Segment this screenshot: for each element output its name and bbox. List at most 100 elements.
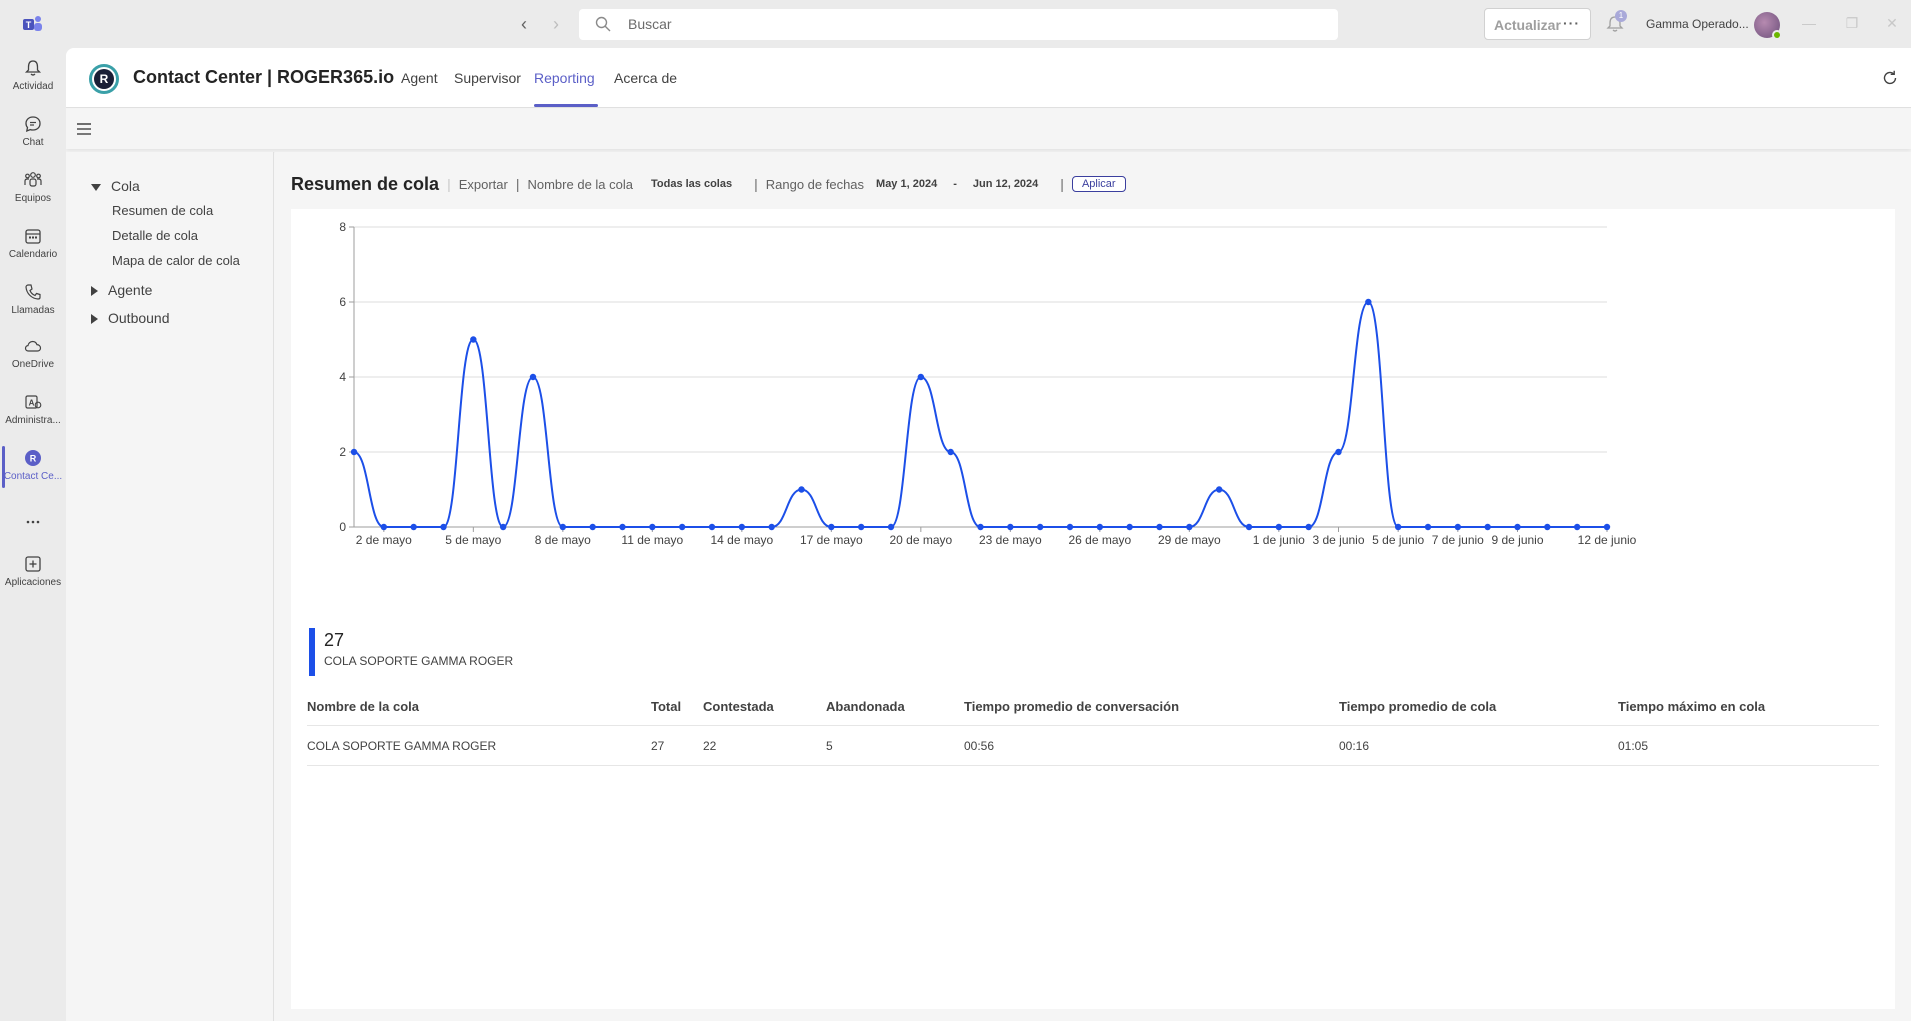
data-point [649,523,656,531]
more-apps-button[interactable] [0,504,66,534]
y-tick-label: 4 [339,370,346,384]
col-header-answered[interactable]: Contestada [703,699,774,714]
queue-name-select[interactable]: Todas las colas [651,178,732,190]
data-point [1186,523,1193,531]
tree-leaf-mapa-de-calor[interactable]: Mapa de calor de cola [112,253,240,268]
caret-right-icon [91,286,98,297]
tree-node-label: Outbound [108,310,170,326]
caret-right-icon [91,314,98,325]
col-header-total[interactable]: Total [651,699,681,714]
notifications-button[interactable]: 1 [1605,10,1627,34]
rail-item-calendario[interactable]: Calendario [0,218,66,272]
data-point [1096,523,1104,531]
export-link[interactable]: Exportar [459,177,508,192]
summary-queue-name: COLA SOPORTE GAMMA ROGER [324,654,514,668]
tab-reporting[interactable]: Reporting [534,70,595,86]
tree-node-agente[interactable]: Agente [91,282,152,298]
summary-total: 27 [324,630,345,650]
col-header-queue-name[interactable]: Nombre de la cola [307,699,419,714]
data-point [708,523,716,531]
col-header-abandoned[interactable]: Abandonada [826,699,905,714]
rail-label: Aplicaciones [4,577,62,588]
x-tick-label: 29 de mayo [1158,533,1221,547]
app-surface: R Contact Center | ROGER365.io Agent Sup… [66,48,1911,1021]
rail-item-equipos[interactable]: Equipos [0,162,66,216]
rail-item-aplicaciones[interactable]: Aplicaciones [0,546,66,600]
rail-label: Actividad [12,81,54,92]
rail-item-chat[interactable]: Chat [0,106,66,160]
data-point [1007,523,1014,531]
rail-item-administracion[interactable]: A Administra... [0,384,66,438]
apply-button[interactable]: Aplicar [1071,176,1126,192]
refresh-icon[interactable] [1880,68,1900,88]
queue-table: Nombre de la cola Total Contestada Aband… [307,688,1879,766]
update-button[interactable]: Actualizar ··· [1484,8,1591,40]
x-tick-label: 8 de mayo [535,533,591,547]
col-header-max-queue-time[interactable]: Tiempo máximo en cola [1618,699,1765,714]
restore-icon[interactable]: ❐ [1843,14,1861,32]
tree-node-outbound[interactable]: Outbound [91,310,170,326]
tree-leaf-detalle-de-cola[interactable]: Detalle de cola [112,228,198,243]
rail-label: Administra... [5,415,61,426]
data-point [1514,523,1521,531]
tab-acerca-de[interactable]: Acerca de [614,70,677,86]
avatar[interactable] [1754,12,1782,40]
hamburger-menu-icon[interactable] [76,122,92,136]
col-header-avg-queue-time[interactable]: Tiempo promedio de cola [1339,699,1496,714]
data-point [828,523,835,531]
table-header-row: Nombre de la cola Total Contestada Aband… [307,688,1879,726]
rail-item-actividad[interactable]: Actividad [0,50,66,104]
back-arrow-icon[interactable]: ‹ [512,12,536,36]
rail-item-contact-center[interactable]: R Contact Ce... [0,440,66,494]
phone-icon [25,284,41,300]
table-row[interactable]: COLA SOPORTE GAMMA ROGER 27 22 5 00:56 0… [307,726,1879,766]
rail-item-onedrive[interactable]: OneDrive [0,328,66,382]
tab-supervisor[interactable]: Supervisor [454,70,521,86]
date-from-input[interactable]: May 1, 2024 [876,178,937,190]
data-point [619,523,626,531]
user-name[interactable]: Gamma Operado... [1646,17,1749,31]
search-input[interactable]: Buscar [579,9,1338,40]
x-tick-label: 1 de junio [1253,533,1305,547]
data-point [410,523,417,531]
x-tick-label: 11 de mayo [621,533,683,547]
data-point [1305,523,1312,531]
more-options-icon[interactable]: ··· [1563,15,1580,31]
data-point [1603,523,1611,531]
tree-leaf-resumen-de-cola[interactable]: Resumen de cola [112,203,213,218]
x-tick-label: 17 de mayo [800,533,863,547]
tree-node-cola[interactable]: Cola [91,178,140,194]
data-point [1215,486,1223,493]
admin-icon: A [25,395,42,409]
data-point [738,523,746,531]
col-header-avg-talk-time[interactable]: Tiempo promedio de conversación [964,699,1179,714]
app-title: Contact Center | ROGER365.io [133,67,395,87]
data-point [1036,523,1044,531]
teams-logo-icon[interactable]: T [22,14,44,34]
rail-label: Calendario [8,249,58,260]
x-tick-label: 5 de junio [1372,533,1424,547]
cell-avg-queue-time: 00:16 [1339,739,1370,753]
x-tick-label: 26 de mayo [1068,533,1131,547]
data-point [380,523,388,531]
rail-label: OneDrive [11,359,55,370]
x-tick-label: 12 de junio [1578,533,1637,547]
tab-agent[interactable]: Agent [401,70,438,86]
x-tick-label: 23 de mayo [979,533,1042,547]
data-point [678,523,686,531]
bell-icon [24,60,42,76]
chat-icon [25,116,41,133]
tree-node-label: Agente [108,282,153,298]
cell-queue-name: COLA SOPORTE GAMMA ROGER [307,739,497,753]
forward-arrow-icon[interactable]: › [544,12,568,36]
x-tick-label: 7 de junio [1432,533,1484,547]
rail-item-llamadas[interactable]: Llamadas [0,274,66,328]
date-to-input[interactable]: Jun 12, 2024 [973,178,1038,190]
data-point [947,448,954,456]
cell-avg-talk-time: 00:56 [964,739,995,753]
rail-label: Chat [22,137,44,148]
data-point [1544,523,1551,531]
minimize-icon[interactable]: — [1800,14,1818,32]
close-icon[interactable]: ✕ [1883,14,1901,32]
data-point [440,523,447,531]
